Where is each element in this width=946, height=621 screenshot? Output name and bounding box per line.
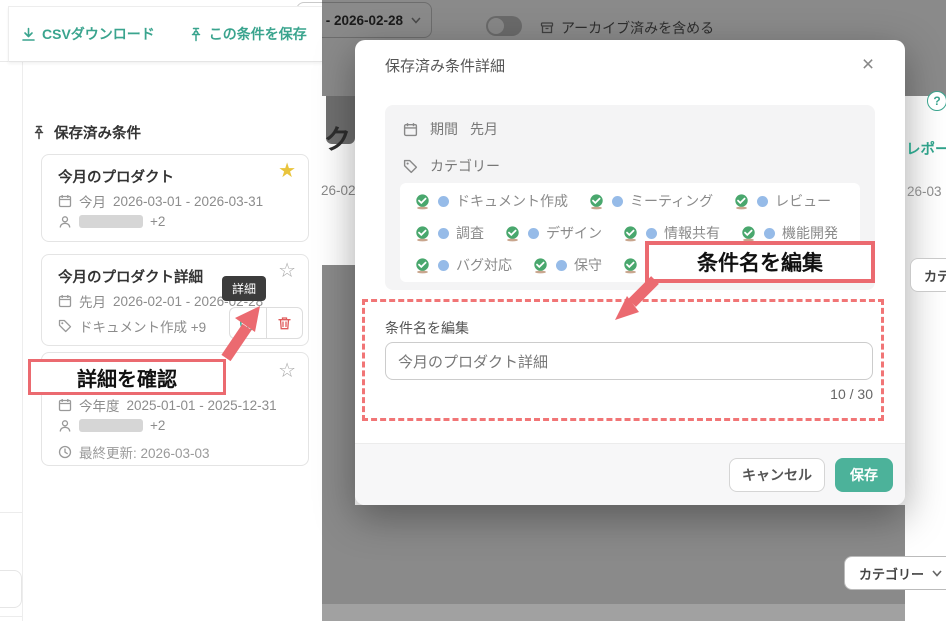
category-color-dot xyxy=(438,260,449,271)
pin-icon xyxy=(32,125,46,140)
card-category-row: ドキュメント作成 +9 xyxy=(58,316,206,336)
report-link-fragment[interactable]: レポー xyxy=(906,138,946,159)
card-title: 今月のプロダクト詳細 xyxy=(58,266,203,287)
char-counter: 10 / 30 xyxy=(385,386,873,402)
category-chip: デザイン xyxy=(504,223,602,243)
category-color-dot xyxy=(612,196,623,207)
category-color-dot xyxy=(556,260,567,271)
app-logo-icon xyxy=(740,225,757,242)
favorite-star-icon[interactable]: ☆ xyxy=(278,361,296,381)
category-color-dot xyxy=(438,196,449,207)
app-logo-icon xyxy=(532,257,549,274)
saved-condition-card[interactable]: 今月のプロダクト詳細 ☆ 先月 2026-02-01 - 2026-02-28 … xyxy=(41,254,309,346)
card-period-row: 今年度 2025-01-01 - 2025-12-31 xyxy=(58,395,277,415)
summary-category-row: カテゴリー xyxy=(403,156,500,176)
category-color-dot xyxy=(528,228,539,239)
favorite-star-icon[interactable]: ☆ xyxy=(278,261,296,281)
category-chip: レビュー xyxy=(733,191,831,211)
tag-icon xyxy=(58,319,72,333)
pin-icon xyxy=(189,27,203,42)
csv-download-button[interactable]: CSVダウンロード xyxy=(21,24,155,44)
category-chip: バグ対応 xyxy=(414,255,512,275)
app-logo-icon xyxy=(414,257,431,274)
trash-icon xyxy=(277,316,292,331)
redacted-member-name xyxy=(79,215,143,228)
annotation-edit-name: 条件名を編集 xyxy=(645,241,875,283)
save-condition-button[interactable]: この条件を保存 xyxy=(189,24,307,44)
calendar-icon xyxy=(58,294,72,308)
saved-conditions-panel: 保存済み条件 今月のプロダクト ★ 今月 2026-03-01 - 2026-0… xyxy=(22,62,320,621)
card-action-group xyxy=(229,307,303,339)
close-icon[interactable]: × xyxy=(853,50,883,80)
category-chip: 保守 xyxy=(532,255,602,275)
app-logo-icon xyxy=(733,193,750,210)
category-color-dot xyxy=(764,228,775,239)
app-logo-icon xyxy=(414,193,431,210)
card-updated-row: 最終更新: 2026-03-03 xyxy=(58,442,210,462)
chip-row: ドキュメント作成 ミーティング レビュー xyxy=(400,185,860,217)
delete-button[interactable] xyxy=(267,308,303,338)
download-icon xyxy=(21,27,36,42)
info-icon xyxy=(239,314,257,332)
person-icon xyxy=(58,419,72,433)
clock-icon xyxy=(58,445,72,459)
redacted-member-name xyxy=(79,419,143,432)
background-date-fragment-left: 26-02 xyxy=(321,183,356,198)
app-logo-icon xyxy=(504,225,521,242)
card-period-row: 今月 2026-03-01 - 2026-03-31 xyxy=(58,191,263,211)
category-chip: 調査 xyxy=(414,223,484,243)
chevron-down-icon xyxy=(932,570,942,577)
calendar-icon xyxy=(58,398,72,412)
category-dropdown-button[interactable]: カテゴリー xyxy=(844,556,946,590)
summary-period-row: 期間 先月 xyxy=(403,119,498,139)
modal-title: 保存済み条件詳細 xyxy=(385,55,505,76)
saved-condition-card[interactable]: 今月のプロダクト ★ 今月 2026-03-01 - 2026-03-31 +2 xyxy=(41,154,309,242)
page-footer-band xyxy=(322,604,905,621)
background-date-fragment-right: 26-03 xyxy=(907,184,942,199)
page-edge-line xyxy=(0,512,22,513)
tag-icon xyxy=(403,159,418,174)
app-logo-icon xyxy=(414,225,431,242)
category-color-dot xyxy=(757,196,768,207)
save-condition-label: この条件を保存 xyxy=(209,24,307,44)
calendar-icon xyxy=(403,122,418,137)
category-filter-button-fragment[interactable]: カテ xyxy=(910,258,946,292)
category-color-dot xyxy=(646,228,657,239)
category-chip: 情報共有 xyxy=(622,223,720,243)
category-chip: ミーティング xyxy=(588,191,713,211)
detail-tooltip: 詳細 xyxy=(222,276,266,301)
page-card-fragment xyxy=(0,570,22,608)
detail-info-button[interactable] xyxy=(230,308,267,338)
modal-footer: キャンセル 保存 xyxy=(355,443,905,505)
csv-download-label: CSVダウンロード xyxy=(42,24,155,44)
modal-backdrop xyxy=(322,265,355,621)
app-logo-icon xyxy=(622,225,639,242)
condition-name-label: 条件名を編集 xyxy=(385,318,469,338)
category-color-dot xyxy=(438,228,449,239)
help-icon[interactable]: ? xyxy=(927,91,946,111)
card-members-row: +2 xyxy=(58,214,165,229)
saved-condition-toolbar: CSVダウンロード この条件を保存 xyxy=(8,6,322,62)
page-edge-line xyxy=(0,616,22,617)
cancel-button[interactable]: キャンセル xyxy=(729,458,825,492)
favorite-star-icon[interactable]: ★ xyxy=(278,161,296,181)
card-members-row: +2 xyxy=(58,418,165,433)
category-chip: ドキュメント作成 xyxy=(414,191,568,211)
condition-name-input[interactable] xyxy=(385,342,873,380)
person-icon xyxy=(58,215,72,229)
card-title: 今月のプロダクト xyxy=(58,166,174,187)
app-root: 01 - 2026-02-28 アーカイブ済みを含める クト 26-02 レポー… xyxy=(0,0,946,621)
saved-conditions-header: 保存済み条件 xyxy=(32,122,141,143)
save-button[interactable]: 保存 xyxy=(835,458,893,492)
category-chip: 機能開発 xyxy=(740,223,838,243)
calendar-icon xyxy=(58,194,72,208)
app-logo-icon xyxy=(588,193,605,210)
app-logo-icon xyxy=(622,257,639,274)
annotation-check-details: 詳細を確認 xyxy=(28,359,226,395)
